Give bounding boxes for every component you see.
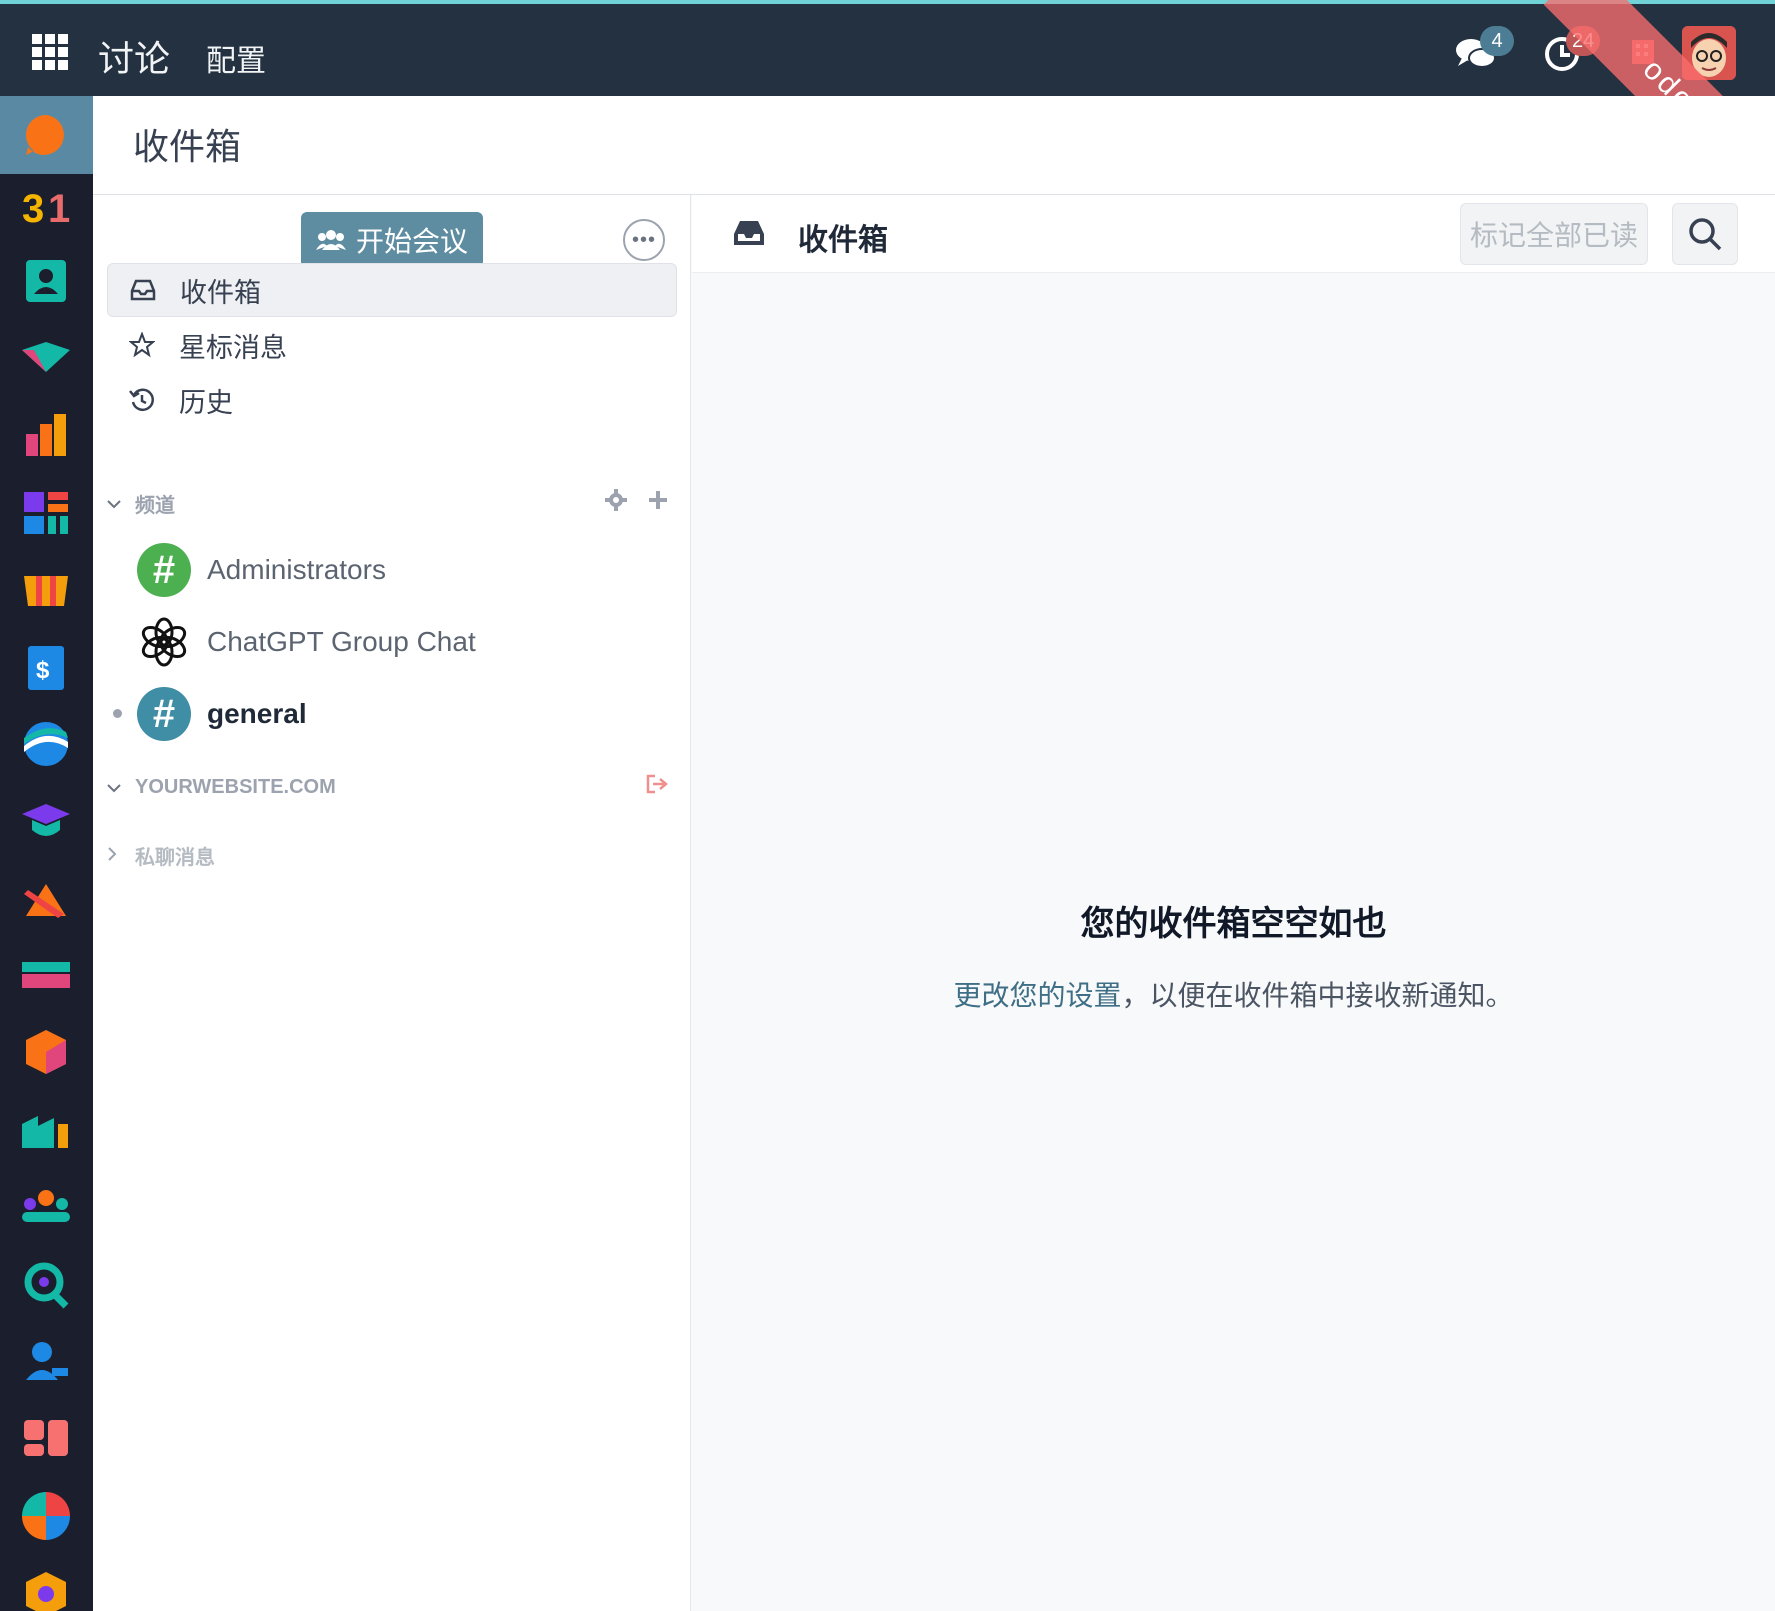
elearning-app-icon[interactable]	[18, 794, 74, 850]
user-face-icon	[1682, 26, 1736, 80]
plus-icon[interactable]	[647, 489, 669, 511]
manufacturing-app-icon[interactable]	[18, 1102, 74, 1158]
expenses-app-icon[interactable]	[18, 1334, 74, 1390]
channels-category-header[interactable]: 频道	[107, 483, 677, 523]
contacts-app-icon[interactable]	[18, 254, 74, 310]
inbox-icon	[128, 275, 158, 305]
apps-menu-icon[interactable]	[32, 34, 68, 70]
messages-badge: 4	[1480, 26, 1514, 56]
mailbox-label: 历史	[179, 387, 233, 418]
search-icon	[1689, 218, 1722, 251]
dashboards-app-icon[interactable]	[18, 486, 74, 542]
channels-actions	[605, 489, 669, 511]
direct-messages-category-label: 私聊消息	[135, 846, 215, 869]
control-panel: 收件箱	[93, 96, 1775, 195]
thread-title: 收件箱	[798, 224, 888, 257]
empty-inbox-title: 您的收件箱空空如也	[1080, 905, 1387, 943]
mark-all-read-button[interactable]: 标记全部已读	[1460, 203, 1648, 265]
more-options-button[interactable]: •••	[623, 219, 665, 261]
project-app-icon[interactable]	[18, 870, 74, 926]
mailbox-starred[interactable]: 星标消息	[107, 318, 677, 372]
search-button[interactable]	[1672, 203, 1738, 265]
website-app-icon[interactable]	[18, 716, 74, 772]
mailbox-history[interactable]: 历史	[107, 373, 677, 427]
hash-icon: #	[137, 687, 191, 741]
recruitment-app-icon[interactable]	[18, 1256, 74, 1312]
svg-text:$: $	[36, 657, 50, 684]
employees-app-icon[interactable]	[18, 1180, 74, 1236]
menu-configuration[interactable]: 配置	[206, 36, 266, 80]
change-settings-link[interactable]: 更改您的设置	[953, 980, 1121, 1011]
ellipsis-icon: •••	[631, 228, 656, 251]
start-meeting-label: 开始会议	[355, 226, 468, 257]
channel-item-chatgpt-group-chat[interactable]: ChatGPT Group Chat	[107, 609, 677, 675]
surveys-app-icon[interactable]	[18, 1488, 74, 1544]
svg-text:1: 1	[48, 187, 70, 231]
livechat-actions	[645, 773, 669, 795]
channel-name: general	[207, 698, 307, 729]
inbox-icon	[732, 219, 766, 252]
discuss-sidebar: 开始会议 ••• 收件箱 星标消息 历史 频道 # Administrators…	[93, 195, 691, 1611]
channels-category-label: 频道	[135, 494, 175, 517]
discuss-app-icon[interactable]	[18, 107, 74, 163]
app-sidebar: 3 1 $	[0, 96, 93, 1611]
sign-out-icon[interactable]	[645, 773, 669, 795]
start-meeting-button[interactable]: 开始会议	[301, 212, 483, 268]
thread-header: 收件箱 标记全部已读	[692, 195, 1775, 273]
breadcrumb-title: 收件箱	[133, 126, 242, 167]
hash-icon: #	[137, 543, 191, 597]
star-icon	[127, 330, 157, 360]
sales-app-icon[interactable]	[18, 408, 74, 464]
channel-item-administrators[interactable]: # Administrators	[107, 537, 677, 603]
members-app-icon[interactable]	[18, 1410, 74, 1466]
calendar-app-icon[interactable]: 3 1	[18, 178, 74, 234]
livechat-category-header[interactable]: YOURWEBSITE.COM	[107, 767, 677, 807]
chevron-right-icon	[107, 844, 123, 867]
more-app-icon[interactable]	[18, 1566, 74, 1611]
mailbox-label: 收件箱	[180, 277, 261, 308]
chevron-down-icon	[107, 776, 123, 799]
empty-inbox-message-rest: ，以便在收件箱中接收新通知。	[1121, 980, 1514, 1011]
channel-name: ChatGPT Group Chat	[207, 626, 476, 657]
activity-menu[interactable]: 24	[1542, 26, 1601, 79]
direct-messages-category-header[interactable]: 私聊消息	[107, 835, 677, 875]
history-icon	[127, 385, 157, 415]
activities-badge: 24	[1566, 26, 1601, 56]
invoicing-app-icon[interactable]: $	[18, 640, 74, 696]
channel-item-general[interactable]: # general	[107, 681, 677, 747]
mailbox-inbox[interactable]: 收件箱	[107, 263, 677, 317]
company-switcher[interactable]	[1630, 38, 1656, 71]
app-brand[interactable]: 讨论	[98, 30, 170, 82]
crm-app-icon[interactable]	[18, 332, 74, 388]
unread-indicator	[113, 709, 122, 718]
chevron-down-icon	[107, 492, 123, 515]
messaging-menu[interactable]: 4	[1454, 26, 1514, 79]
user-avatar[interactable]	[1682, 26, 1736, 80]
livechat-category-label: YOURWEBSITE.COM	[135, 775, 336, 798]
timesheets-app-icon[interactable]	[18, 948, 74, 1004]
gear-icon[interactable]	[605, 489, 627, 511]
top-navbar: 讨论 配置 4 24	[0, 0, 1775, 96]
inventory-app-icon[interactable]	[18, 1024, 74, 1080]
users-icon	[315, 230, 346, 250]
building-icon	[1632, 40, 1654, 64]
mailbox-label: 星标消息	[179, 332, 287, 363]
svg-text:3: 3	[22, 187, 44, 231]
openai-icon	[137, 615, 191, 669]
channel-name: Administrators	[207, 554, 386, 585]
point-of-sale-app-icon[interactable]	[18, 562, 74, 618]
empty-inbox-message: 更改您的设置，以便在收件箱中接收新通知。	[692, 974, 1775, 1014]
